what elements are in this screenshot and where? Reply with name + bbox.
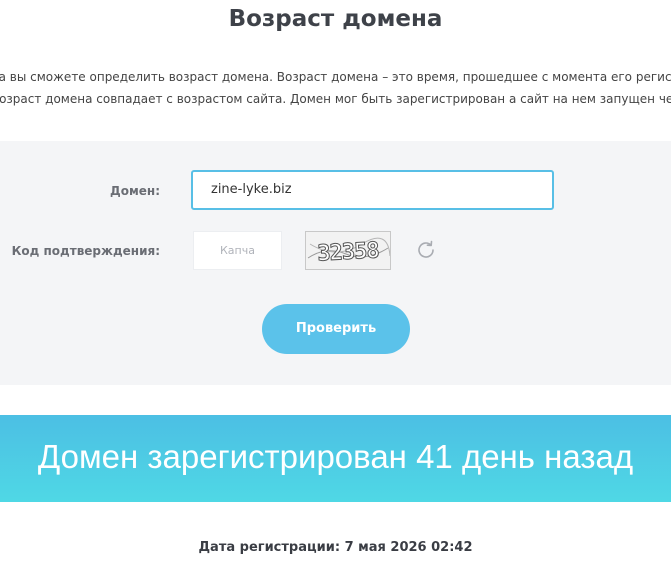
captcha-label: Код подтверждения: — [11, 244, 160, 258]
captcha-image: 32358 — [305, 231, 391, 270]
result-banner: Домен зарегистрирован 41 день назад — [0, 415, 671, 502]
refresh-icon[interactable] — [414, 238, 438, 262]
description-line-2: возраст домена совпадает с возрастом сай… — [0, 92, 671, 106]
page: Возраст домена са вы сможете определить … — [0, 0, 671, 566]
captcha-input[interactable]: Капча — [193, 231, 282, 270]
captcha-graphic: 32358 — [306, 232, 391, 269]
result-headline: Домен зарегистрирован 41 день назад — [37, 438, 634, 475]
description-line-1: са вы сможете определить возраст домена.… — [0, 70, 671, 84]
registration-date: Дата регистрации: 7 мая 2026 02:42 — [198, 540, 473, 555]
domain-input[interactable]: zine-lyke.biz — [191, 170, 554, 210]
domain-label: Домен: — [110, 184, 160, 198]
captcha-code: 32358 — [317, 238, 379, 266]
check-button[interactable]: Проверить — [262, 304, 410, 354]
description: са вы сможете определить возраст домена.… — [0, 66, 671, 110]
page-title: Возраст домена — [228, 6, 443, 32]
